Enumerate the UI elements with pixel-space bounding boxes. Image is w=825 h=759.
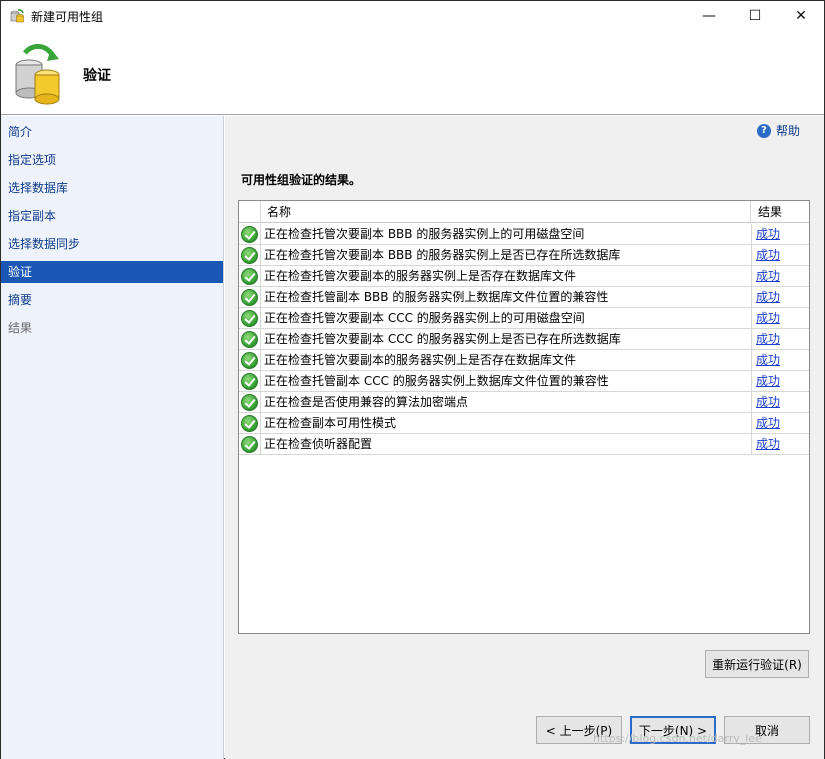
row-name: 正在检查托管次要副本 BBB 的服务器实例上是否已存在所选数据库: [261, 245, 752, 265]
success-check-icon: [241, 352, 258, 369]
column-header-name[interactable]: 名称: [261, 201, 751, 223]
table-row[interactable]: 正在检查托管次要副本 BBB 的服务器实例上的可用磁盘空间 成功: [239, 224, 809, 245]
success-check-icon: [241, 415, 258, 432]
sidebar-item-summary[interactable]: 摘要: [1, 289, 223, 311]
title-bar: 新建可用性组 — ☐ ✕: [1, 1, 824, 31]
success-check-icon: [241, 394, 258, 411]
page-title: 验证: [83, 68, 111, 84]
row-result-link[interactable]: 成功: [752, 266, 809, 286]
table-row[interactable]: 正在检查托管次要副本 BBB 的服务器实例上是否已存在所选数据库 成功: [239, 245, 809, 266]
sidebar-item-intro[interactable]: 简介: [1, 121, 223, 143]
row-result-link[interactable]: 成功: [752, 224, 809, 244]
row-result-link[interactable]: 成功: [752, 245, 809, 265]
success-check-icon: [241, 331, 258, 348]
row-name: 正在检查托管副本 BBB 的服务器实例上数据库文件位置的兼容性: [261, 287, 752, 307]
wizard-window: 新建可用性组 — ☐ ✕ 验证 简介 指定选项 选择数据库 指定副本 选择数据同…: [0, 0, 825, 759]
database-sync-icon: [15, 43, 60, 105]
success-check-icon: [241, 226, 258, 243]
row-result-link[interactable]: 成功: [752, 392, 809, 412]
sidebar-item-databases[interactable]: 选择数据库: [1, 177, 223, 199]
row-name: 正在检查托管次要副本 CCC 的服务器实例上的可用磁盘空间: [261, 308, 752, 328]
success-check-icon: [241, 373, 258, 390]
icon-column-header: [239, 201, 261, 223]
table-row[interactable]: 正在检查托管次要副本的服务器实例上是否存在数据库文件 成功: [239, 350, 809, 371]
database-wizard-icon: [10, 9, 24, 23]
success-check-icon: [241, 310, 258, 327]
row-name: 正在检查托管次要副本 CCC 的服务器实例上是否已存在所选数据库: [261, 329, 752, 349]
maximize-button[interactable]: ☐: [732, 1, 778, 31]
row-name: 正在检查托管副本 CCC 的服务器实例上数据库文件位置的兼容性: [261, 371, 752, 391]
help-link[interactable]: ? 帮助: [757, 122, 800, 139]
table-row[interactable]: 正在检查托管副本 CCC 的服务器实例上数据库文件位置的兼容性 成功: [239, 371, 809, 392]
row-name: 正在检查托管次要副本的服务器实例上是否存在数据库文件: [261, 350, 752, 370]
sidebar-item-data-sync[interactable]: 选择数据同步: [1, 233, 223, 255]
table-row[interactable]: 正在检查托管次要副本 CCC 的服务器实例上的可用磁盘空间 成功: [239, 308, 809, 329]
wizard-sidebar: 简介 指定选项 选择数据库 指定副本 选择数据同步 验证 摘要 结果: [1, 116, 224, 759]
table-row[interactable]: 正在检查托管副本 BBB 的服务器实例上数据库文件位置的兼容性 成功: [239, 287, 809, 308]
row-name: 正在检查托管次要副本 BBB 的服务器实例上的可用磁盘空间: [261, 224, 752, 244]
wizard-header: 验证: [1, 31, 824, 115]
row-name: 正在检查是否使用兼容的算法加密端点: [261, 392, 752, 412]
table-row[interactable]: 正在检查副本可用性模式 成功: [239, 413, 809, 434]
sidebar-item-validation[interactable]: 验证: [1, 261, 223, 283]
sidebar-item-replicas[interactable]: 指定副本: [1, 205, 223, 227]
row-name: 正在检查托管次要副本的服务器实例上是否存在数据库文件: [261, 266, 752, 286]
row-name: 正在检查副本可用性模式: [261, 413, 752, 433]
row-result-link[interactable]: 成功: [752, 329, 809, 349]
window-title: 新建可用性组: [31, 10, 104, 24]
row-result-link[interactable]: 成功: [752, 287, 809, 307]
row-name: 正在检查侦听器配置: [261, 434, 752, 454]
success-check-icon: [241, 247, 258, 264]
help-label: 帮助: [776, 124, 801, 138]
success-check-icon: [241, 268, 258, 285]
table-row[interactable]: 正在检查是否使用兼容的算法加密端点 成功: [239, 392, 809, 413]
watermark: https://blog.csdn.net/darry_lee: [593, 732, 762, 745]
row-result-link[interactable]: 成功: [752, 371, 809, 391]
close-button[interactable]: ✕: [778, 1, 824, 31]
success-check-icon: [241, 289, 258, 306]
help-icon: ?: [757, 123, 771, 138]
validation-results-table: 名称 结果 正在检查托管次要副本 BBB 的服务器实例上的可用磁盘空间 成功 正…: [238, 200, 810, 634]
table-header: 名称 结果: [239, 201, 809, 223]
rerun-validation-button[interactable]: 重新运行验证(R): [705, 650, 809, 678]
row-result-link[interactable]: 成功: [752, 308, 809, 328]
section-title: 可用性组验证的结果。: [241, 173, 362, 187]
minimize-button[interactable]: —: [686, 1, 732, 31]
table-row[interactable]: 正在检查托管次要副本 CCC 的服务器实例上是否已存在所选数据库 成功: [239, 329, 809, 350]
row-result-link[interactable]: 成功: [752, 413, 809, 433]
row-result-link[interactable]: 成功: [752, 434, 809, 454]
main-content: ? 帮助 可用性组验证的结果。 名称 结果 正在检查托管次要副本 BBB 的服务…: [225, 116, 824, 759]
column-header-result[interactable]: 结果: [752, 201, 809, 223]
success-check-icon: [241, 436, 258, 453]
table-row[interactable]: 正在检查托管次要副本的服务器实例上是否存在数据库文件 成功: [239, 266, 809, 287]
sidebar-item-options[interactable]: 指定选项: [1, 149, 223, 171]
table-row[interactable]: 正在检查侦听器配置 成功: [239, 434, 809, 455]
row-result-link[interactable]: 成功: [752, 350, 809, 370]
sidebar-item-results: 结果: [8, 321, 33, 335]
